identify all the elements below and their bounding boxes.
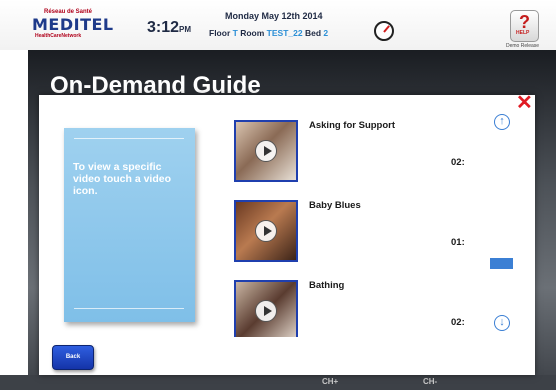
video-item-baby-blues[interactable]: Baby Blues 01:27 [229, 195, 464, 263]
meditel-logo: Réseau de Santé MEDITEL HealthCareNetwor… [32, 9, 122, 41]
instruction-text: To view a specific video touch a video i… [73, 161, 172, 197]
header-bar: Réseau de Santé MEDITEL HealthCareNetwor… [0, 0, 556, 50]
bed-value: 2 [323, 28, 329, 38]
clock: 3:12PM [147, 19, 191, 37]
gauge-icon [374, 21, 394, 41]
clock-time: 3:12 [147, 19, 180, 36]
bottom-control-bar: CH+ CH- [0, 375, 556, 390]
guide-modal: ✕ To view a specific video touch a video… [39, 93, 535, 375]
video-title: Baby Blues [309, 200, 361, 211]
video-thumbnail[interactable] [234, 200, 298, 262]
video-list[interactable]: Asking for Support 02:16 Baby Blues 01:2… [229, 115, 464, 337]
video-thumbnail[interactable] [234, 120, 298, 182]
logo-brand-text: MEDITEL [32, 15, 114, 34]
back-button[interactable]: Back [52, 345, 94, 370]
clock-ampm: PM [179, 25, 192, 34]
video-duration: 02:03 [451, 317, 464, 328]
card-top-divider [74, 138, 184, 139]
video-duration: 01:27 [451, 237, 464, 248]
play-icon[interactable] [255, 140, 277, 162]
video-item-bathing[interactable]: Bathing 02:03 [229, 275, 464, 337]
video-duration: 02:16 [451, 157, 464, 168]
logo-tag-text: HealthCareNetwork [35, 33, 82, 39]
help-button[interactable]: ? HELP [510, 10, 539, 42]
video-item-asking-for-support[interactable]: Asking for Support 02:16 [229, 115, 464, 183]
instruction-card: To view a specific video touch a video i… [64, 128, 195, 322]
channel-up-label[interactable]: CH+ [322, 377, 338, 386]
video-thumbnail[interactable] [234, 280, 298, 337]
channel-down-label[interactable]: CH- [423, 377, 437, 386]
card-bottom-divider [74, 308, 184, 309]
demo-release-label: Demo Release [506, 43, 540, 49]
scroll-up-icon[interactable]: ↑ [494, 114, 510, 130]
help-label: HELP [516, 30, 530, 36]
location-info: Floor T Room TEST_22 Bed 2 [209, 28, 328, 38]
scrollbar-thumb[interactable] [490, 258, 513, 269]
date-label: Monday May 12th 2014 [225, 11, 323, 21]
room-label: Room [240, 28, 265, 38]
room-value: TEST_22 [266, 28, 303, 38]
play-icon[interactable] [255, 300, 277, 322]
scroll-down-icon[interactable]: ↓ [494, 315, 510, 331]
play-icon[interactable] [255, 220, 277, 242]
floor-label: Floor [209, 28, 231, 38]
video-title: Asking for Support [309, 120, 396, 131]
floor-value: T [232, 28, 238, 38]
close-icon[interactable]: ✕ [516, 93, 533, 113]
bed-label: Bed [304, 28, 322, 38]
video-title: Bathing [309, 280, 345, 291]
